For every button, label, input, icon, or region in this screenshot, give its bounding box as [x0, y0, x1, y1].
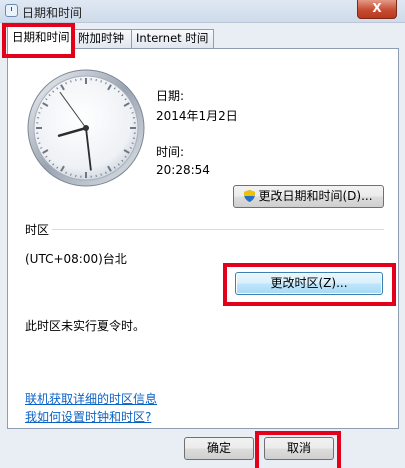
close-button[interactable]: X — [357, 0, 397, 19]
title-bar: 日期和时间 X — [0, 0, 405, 23]
how-to-set-clock-link[interactable]: 我如何设置时钟和时区? — [25, 408, 151, 425]
time-value: 20:28:54 — [156, 163, 210, 177]
clock-tick — [70, 80, 72, 83]
footer-highlight-box — [255, 431, 341, 468]
dst-note: 此时区未实行夏令时。 — [25, 319, 146, 333]
tab-internet-time[interactable]: Internet 时间 — [131, 29, 214, 48]
window-title: 日期和时间 — [22, 6, 83, 20]
tab-panel: 日期: 2014年1月2日 时间: 20:28:54 更改日期和时间(D)...… — [7, 48, 399, 429]
clock-tick — [131, 112, 134, 114]
timezone-separator — [52, 229, 384, 230]
clock-tick — [100, 173, 102, 176]
timezone-button-highlight-box — [223, 263, 396, 306]
date-label: 日期: — [156, 89, 185, 103]
tab-highlight-box — [2, 23, 75, 58]
clock-tick — [70, 173, 72, 176]
uac-shield-icon — [244, 190, 256, 202]
ok-button[interactable]: 确定 — [184, 437, 254, 460]
time-label: 时间: — [156, 145, 185, 159]
date-value: 2014年1月2日 — [156, 109, 238, 123]
timezone-heading: 时区 — [25, 223, 50, 237]
tab-additional-clocks[interactable]: 附加时钟 — [73, 29, 132, 48]
change-date-time-button[interactable]: 更改日期和时间(D)... — [233, 185, 384, 208]
clock-tick — [38, 142, 41, 144]
clock-app-icon — [5, 4, 18, 17]
clock-tick — [100, 80, 102, 83]
clock-tick — [131, 142, 134, 144]
current-timezone: (UTC+08:00)台北 — [25, 252, 127, 266]
online-timezone-info-link[interactable]: 联机获取详细的时区信息 — [25, 390, 157, 407]
change-date-time-label: 更改日期和时间(D)... — [258, 189, 373, 203]
clock-tick — [38, 112, 41, 114]
analog-clock — [27, 69, 145, 187]
